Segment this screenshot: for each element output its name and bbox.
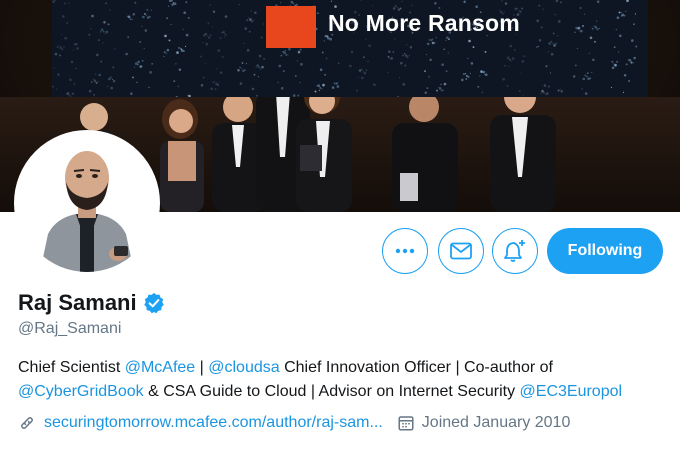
profile-bio: Chief Scientist @McAfee | @cloudsa Chief… <box>18 356 668 404</box>
bio-mention-cybergridbook[interactable]: @CyberGridBook <box>18 383 144 400</box>
bio-text: & CSA Guide to Cloud | Advisor on Intern… <box>143 383 520 400</box>
joined-info: Joined January 2010 <box>397 414 571 432</box>
following-button[interactable]: Following <box>547 228 663 274</box>
display-name: Raj Samani <box>18 290 137 315</box>
bio-text: Chief Scientist <box>18 359 125 376</box>
website-link[interactable]: securingtomorrow.mcafee.com/author/raj-s… <box>44 414 383 432</box>
more-dots-icon <box>395 248 415 254</box>
bio-text: | <box>195 359 209 376</box>
profile-avatar[interactable] <box>14 130 160 276</box>
link-icon <box>21 417 33 429</box>
bio-text: Chief Innovation Officer | Co-author of <box>279 359 553 376</box>
joined-date: Joined January 2010 <box>421 414 571 431</box>
profile-name-row: Raj Samani <box>18 290 165 316</box>
profile-meta-row: securingtomorrow.mcafee.com/author/raj-s… <box>18 414 570 432</box>
bio-mention-mcafee[interactable]: @McAfee <box>125 359 195 376</box>
profile-handle: @Raj_Samani <box>18 320 122 337</box>
notifications-button[interactable] <box>492 228 538 274</box>
bio-mention-ec3europol[interactable]: @EC3Europol <box>520 383 623 400</box>
calendar-icon <box>398 416 414 431</box>
avatar-cartoon-image <box>18 134 156 272</box>
banner-logo-text: No More Ransom <box>328 10 520 36</box>
message-button[interactable] <box>438 228 484 274</box>
banner-screen: No More Ransom <box>52 0 648 97</box>
verified-badge-icon <box>143 292 164 314</box>
no-more-ransom-logo-mark <box>266 6 316 48</box>
envelope-icon <box>450 242 472 260</box>
more-options-button[interactable] <box>382 228 428 274</box>
bell-plus-icon <box>504 240 525 262</box>
bio-mention-cloudsa[interactable]: @cloudsa <box>208 359 279 376</box>
